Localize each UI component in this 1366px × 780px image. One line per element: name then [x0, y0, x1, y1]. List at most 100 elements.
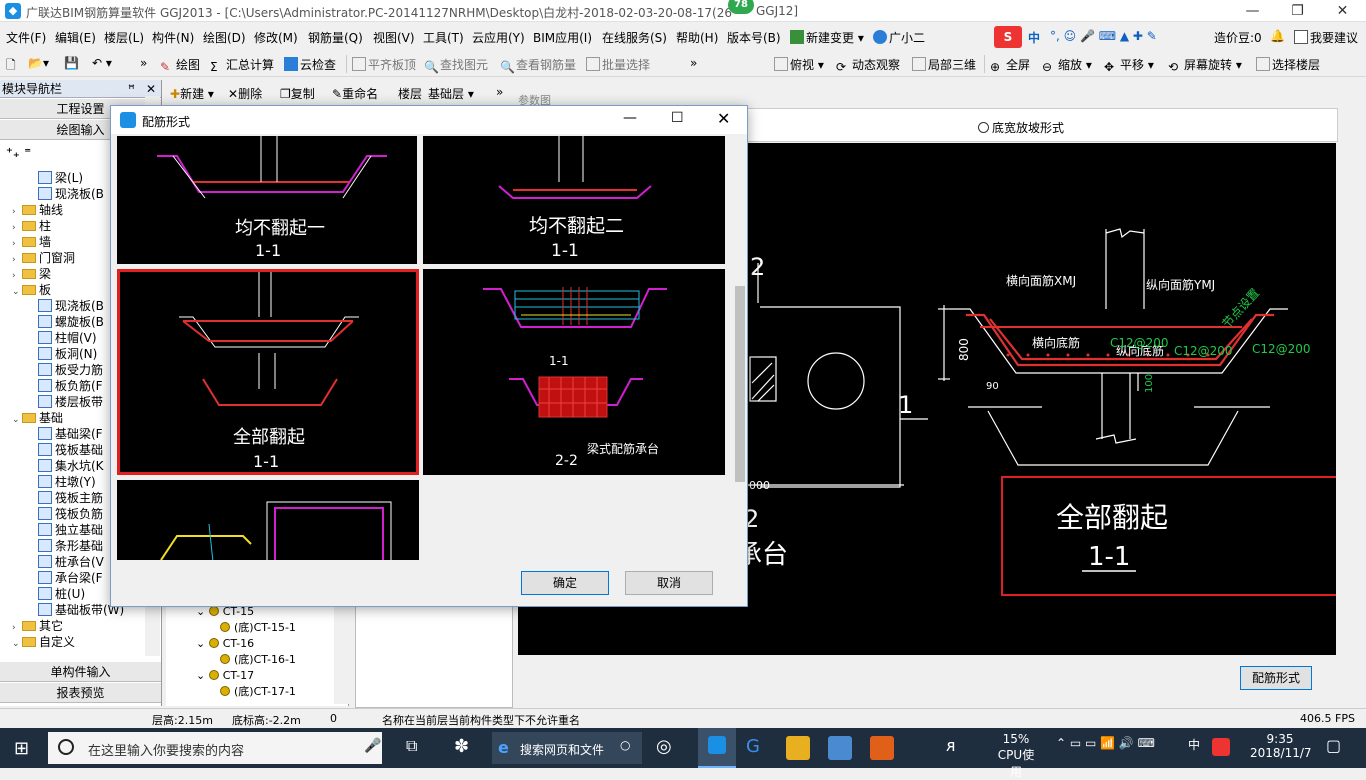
top-view-button[interactable]: 俯视 ▾ — [774, 56, 824, 73]
delete-button[interactable]: ✕删除 — [228, 85, 262, 102]
expand-chevron-icon[interactable]: ⌄ — [196, 637, 209, 650]
floor-select[interactable]: 基础层 ▾ — [428, 85, 474, 102]
tree-folder[interactable]: › 其它 — [12, 618, 63, 634]
dialog-scrollbar[interactable] — [733, 134, 747, 560]
orbit-button[interactable]: ⟳ 动态观察 — [836, 56, 900, 74]
cloud-check-button[interactable]: 云检查 — [284, 56, 336, 73]
ok-button[interactable]: 确定 — [521, 571, 609, 595]
menu-component[interactable]: 构件(N) — [152, 29, 194, 46]
menu-rebar-qty[interactable]: 钢筋量(Q) — [308, 29, 363, 46]
tree-item[interactable]: 独立基础 — [38, 522, 103, 538]
tree-item[interactable]: 筏板基础 — [38, 442, 103, 458]
tree-item[interactable]: 柱墩(Y) — [38, 474, 96, 490]
tree-item[interactable]: 现浇板(B — [38, 298, 104, 314]
photo-app-icon[interactable] — [828, 736, 852, 760]
ime-tools-icon[interactable]: °, ☺ 🎤 ⌨ ▲ ✚ ✎ — [1050, 29, 1157, 43]
tree-item[interactable]: 板洞(N) — [38, 346, 97, 362]
menu-online[interactable]: 在线服务(S) — [602, 29, 667, 46]
draw-button[interactable]: ✎ 绘图 — [160, 56, 200, 74]
tree-item[interactable]: 条形基础 — [38, 538, 103, 554]
ime-logo-icon[interactable]: S — [994, 26, 1022, 48]
expand-chevron-icon[interactable]: ⌄ — [12, 412, 22, 428]
cancel-button[interactable]: 取消 — [625, 571, 713, 595]
menu-view[interactable]: 视图(V) — [373, 29, 415, 46]
zoom-button[interactable]: ⊖ 缩放 ▾ — [1042, 56, 1092, 74]
tree-item[interactable]: 承台梁(F — [38, 570, 103, 586]
tree-item[interactable]: 筏板负筋 — [38, 506, 103, 522]
cost-beans[interactable]: 造价豆:0 — [1214, 29, 1262, 46]
suggest-link[interactable]: 我要建议 — [1294, 29, 1358, 46]
tree-folder[interactable]: ⌄ 板 — [12, 282, 51, 298]
menu-modify[interactable]: 修改(M) — [254, 29, 298, 46]
list-item[interactable]: ⌄ CT-17 — [196, 668, 254, 684]
tree-folder[interactable]: › 梁 — [12, 266, 51, 282]
tray-icons[interactable]: ⌃ ▭ ▭ 📶 🔊 ⌨ — [1056, 736, 1155, 750]
taskbar-search[interactable]: 在这里输入你要搜索的内容 🎤 — [48, 732, 382, 764]
menu-new-change[interactable]: 新建变更 ▾ — [790, 29, 864, 46]
list-item[interactable]: (底)CT-16-1 — [220, 652, 296, 668]
clock[interactable]: 9:35 2018/11/7 — [1250, 732, 1312, 760]
batch-select-button[interactable]: 批量选择 — [586, 56, 650, 73]
people-icon[interactable]: ᴙ — [946, 736, 956, 755]
summary-calc-button[interactable]: Σ 汇总计算 — [210, 56, 274, 74]
thumb-option-3[interactable]: 全部翻起 1-1 — [117, 269, 419, 475]
glodon-app-icon[interactable] — [698, 728, 736, 768]
tree-item[interactable]: 筏板主筋 — [38, 490, 103, 506]
view-rebar-button[interactable]: 🔍查看钢筋量 — [500, 56, 576, 74]
notification-badge[interactable]: 78 — [728, 0, 754, 14]
menu-edit[interactable]: 编辑(E) — [55, 29, 96, 46]
tree-item[interactable]: 现浇板(B — [38, 186, 104, 202]
list-item[interactable]: (底)CT-15-1 — [220, 620, 296, 636]
find-element-button[interactable]: 🔍查找图元 — [424, 56, 488, 74]
more-chevron-icon-2[interactable]: » — [690, 56, 697, 70]
dialog-scroll-thumb[interactable] — [735, 286, 745, 482]
bell-icon[interactable]: 🔔 — [1270, 29, 1285, 43]
tree-folder[interactable]: › 门窗洞 — [12, 250, 75, 266]
more-chevron-icon-3[interactable]: » — [496, 85, 503, 99]
thumb-option-1[interactable]: 均不翻起一 1-1 — [117, 136, 417, 264]
tree-item[interactable]: 梁(L) — [38, 170, 83, 186]
menu-bim[interactable]: BIM应用(I) — [533, 29, 592, 46]
list-item[interactable]: ⌄ CT-16 — [196, 636, 254, 652]
pdf-app-icon[interactable] — [870, 736, 894, 760]
menu-draw[interactable]: 绘图(D) — [203, 29, 246, 46]
mic-icon[interactable]: 🎤 — [364, 738, 381, 754]
list-item[interactable]: (底)CT-17-1 — [220, 684, 296, 700]
thumb-option-4[interactable]: 1-1 2-2 梁式配筋承台 — [423, 269, 725, 475]
ime-mode[interactable]: 中 — [1028, 29, 1040, 46]
expand-chevron-icon[interactable]: ⌄ — [196, 669, 209, 682]
single-component-button[interactable]: 单构件输入 — [0, 662, 161, 682]
new-component-button[interactable]: ✚新建 ▾ — [170, 85, 214, 102]
minimize-icon[interactable]: — — [1230, 0, 1275, 22]
menu-cloud[interactable]: 云应用(Y) — [472, 29, 525, 46]
report-preview-button[interactable]: 报表预览 — [0, 683, 161, 703]
swirl-app-icon[interactable]: ◎ — [656, 736, 672, 757]
rotate-button[interactable]: ⟲ 屏幕旋转 ▾ — [1168, 56, 1242, 74]
new-file-icon[interactable]: 🗋 — [6, 56, 16, 77]
tree-item[interactable]: 柱帽(V) — [38, 330, 97, 346]
pan-button[interactable]: ✥ 平移 ▾ — [1104, 56, 1154, 74]
tree-folder[interactable]: ⌄ 自定义 — [12, 634, 75, 650]
save-icon[interactable]: 💾 — [64, 56, 79, 70]
thumb-option-5[interactable] — [117, 480, 419, 560]
menu-version[interactable]: 版本号(B) — [727, 29, 781, 46]
tree-item[interactable]: 基础梁(F — [38, 426, 103, 442]
tree-folder[interactable]: › 轴线 — [12, 202, 63, 218]
tree-folder[interactable]: › 柱 — [12, 218, 51, 234]
cpu-meter[interactable]: 15% CPU使用 — [992, 732, 1040, 780]
dialog-close-icon[interactable]: ✕ — [717, 109, 730, 128]
undo-icon[interactable]: ↶ ▾ — [92, 56, 112, 70]
pin-icon[interactable]: ꟸ — [128, 80, 135, 98]
close-icon[interactable]: ✕ — [1320, 0, 1365, 22]
sogou-tray-icon[interactable] — [1212, 738, 1230, 756]
tree-folder[interactable]: › 墙 — [12, 234, 51, 250]
menu-assistant[interactable]: 广小二 — [873, 29, 925, 46]
expand-chevron-icon[interactable]: ⌄ — [12, 284, 22, 300]
pinwheel-app-icon[interactable]: ✽ — [454, 736, 469, 757]
g-app-icon[interactable]: G — [746, 736, 760, 757]
tree-item[interactable]: 集水坑(K — [38, 458, 104, 474]
dialog-maximize-icon[interactable]: ☐ — [671, 110, 684, 126]
menu-tools[interactable]: 工具(T) — [423, 29, 464, 46]
align-slab-top-button[interactable]: 平齐板顶 — [352, 56, 416, 73]
tree-item[interactable]: 螺旋板(B — [38, 314, 104, 330]
